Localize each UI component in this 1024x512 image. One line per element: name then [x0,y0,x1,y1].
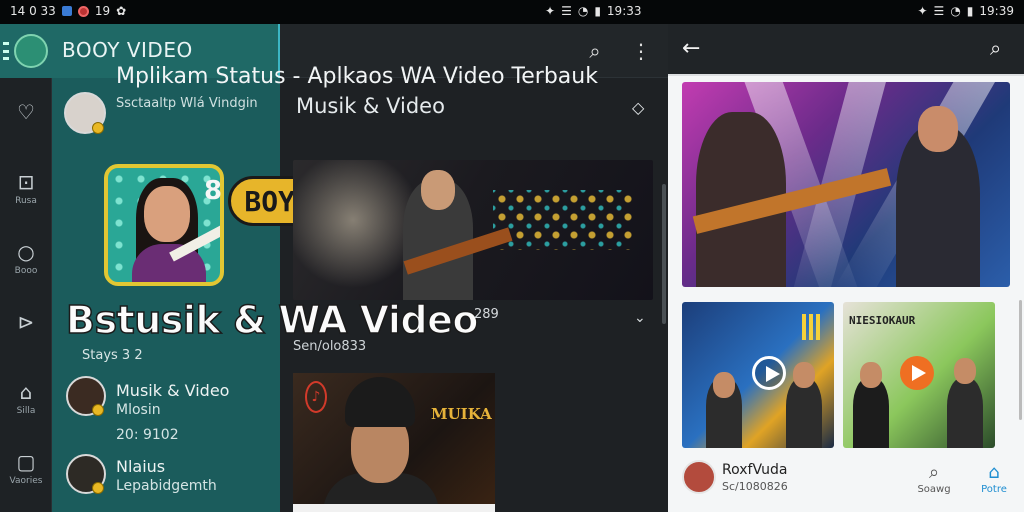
rail-item-bookmark[interactable]: ⊳ [0,310,52,336]
list-item-subtitle: Lepabidgemth [116,478,217,494]
mute-icon: ✦ [545,4,556,18]
promo-headline: Bstusik & WA Video [65,297,479,343]
video-icon: ▢ [16,450,36,474]
right-app-pane: ← ⌕ NIESIOKAUR RoxfVuda Sc/1080826 ⌕ Soa… [668,24,1024,512]
status-bar: 14 0 33 19 ✿ ✦ ☰ ◔ ▮ 19:33 ✦ ☰ ◔ ▮ 19:39 [0,0,1024,24]
battery-icon: ▮ [594,4,601,18]
video-thumbnail[interactable] [293,160,653,300]
share-icon[interactable]: ◇ [632,98,644,117]
search-icon[interactable]: ⌕ [582,38,608,64]
signal-icon: ☰ [933,4,945,18]
promo-number: 8 [204,176,223,206]
heart-icon: ♡ [17,100,35,124]
play-icon[interactable] [752,356,786,390]
menu-icon[interactable] [3,42,9,60]
rail-item-favorites[interactable]: ♡ [0,100,52,126]
search-icon: ⌕ [928,462,940,483]
inbox-icon: ⊡ [17,170,35,194]
list-item-meta: 20: 9102 [116,427,179,443]
list-item-subtitle: Mlosin [116,402,161,418]
tab-search[interactable]: ⌕ Soawg [906,462,962,495]
thumbnail-brand: MUIKA [431,405,492,423]
rail-label: Silla [16,406,36,416]
avatar[interactable] [14,34,48,68]
status-time-left: 14 0 33 [10,4,56,18]
app-notification-icon [61,6,72,16]
card-label: NIESIOKAUR [849,314,916,327]
section-subtitle: Musik & Video [296,94,445,118]
list-item-title[interactable]: Nlaius [116,457,165,476]
battery-icon: ▮ [966,4,974,18]
more-options-icon[interactable]: ⋮ [628,38,654,64]
rail-label: Rusa [15,196,37,206]
app-title: BOOY VIDEO [62,38,193,62]
mute-icon: ✦ [917,4,928,18]
search-icon: ○ [17,240,35,264]
tab-label: Soawg [917,484,951,495]
video-card[interactable] [682,302,834,448]
record-icon [77,5,89,17]
featured-video[interactable] [682,82,1010,287]
status-time-right: 19:39 [979,4,1014,18]
store-icon: ⌂ [988,462,1000,483]
tab-label: Potre [981,484,1007,495]
rail-label: Vaories [9,476,43,486]
avatar[interactable] [682,460,716,494]
expand-icon[interactable]: ⌄ [634,310,646,326]
right-top-bar: ← ⌕ [668,24,1024,76]
wifi-icon: ◔ [950,4,961,18]
signal-icon: ☰ [561,4,572,18]
verified-badge-icon [92,122,104,134]
verified-badge-icon [92,404,104,416]
verified-badge-icon [92,482,104,494]
page-title: Mplikam Status - Aplkaos WA Video Terbau… [116,64,598,89]
rail-item-library[interactable]: ⌂ Silla [0,380,52,416]
channel-name[interactable]: RoxfVuda [722,462,787,478]
list-item-title[interactable]: Musik & Video [116,381,229,400]
status-extra: 19 [94,4,111,18]
rail-label: Booo [14,266,38,276]
scrollbar[interactable] [662,184,666,324]
scrollbar[interactable] [1019,300,1022,420]
library-icon: ⌂ [19,380,33,404]
video-caption: Sen/olo833 [293,339,367,354]
tab-home[interactable]: ⌂ Potre [966,462,1022,495]
equalizer-icon [802,314,822,340]
channel-panel [52,78,280,512]
view-count: 289 [474,307,499,322]
settings-icon: ✿ [116,4,127,18]
back-arrow-icon[interactable]: ← [682,36,700,61]
rail-item-inbox[interactable]: ⊡ Rusa [0,170,52,206]
video-thumbnail[interactable]: ♪ MUIKA [293,373,495,512]
music-logo-icon: ♪ [305,381,327,413]
channel-meta: Sc/1080826 [722,480,788,493]
wifi-icon: ◔ [577,4,589,18]
channel-subtitle: Ssctaaltp Wlá Vindgin [116,96,258,111]
status-time-mid: 19:33 [606,4,642,18]
rail-item-videos[interactable]: ▢ Vaories [0,450,52,486]
rail-item-search[interactable]: ○ Booo [0,240,52,276]
video-card[interactable]: NIESIOKAUR [843,302,995,448]
search-icon[interactable]: ⌕ [990,36,1001,60]
promo-stats: Stays 3 2 [82,348,143,363]
bookmark-icon: ⊳ [17,310,35,334]
nav-rail: ♡ ⊡ Rusa ○ Booo ⊳ ⌂ Silla ▢ Vaories [0,78,52,512]
play-icon[interactable] [900,356,934,390]
